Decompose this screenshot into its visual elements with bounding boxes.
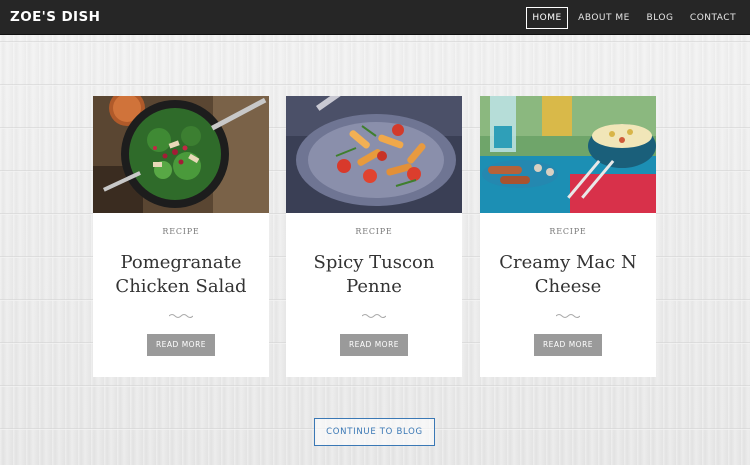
card-title[interactable]: Spicy Tuscon Penne [292,251,456,299]
continue-to-blog-button[interactable]: CONTINUE TO BLOG [314,418,435,446]
nav-blog[interactable]: BLOG [643,7,677,29]
wave-divider-icon [556,313,580,319]
nav-about-me[interactable]: ABOUT ME [577,7,631,29]
penne-photo[interactable] [286,96,462,213]
wave-divider-icon [362,313,386,319]
read-more-button[interactable]: READ MORE [534,334,602,356]
card-title[interactable]: Creamy Mac N Cheese [486,251,650,299]
card-category: RECIPE [162,227,200,236]
card-category: RECIPE [355,227,393,236]
top-navbar: ZOE'S DISH HOME ABOUT ME BLOG CONTACT [0,0,750,35]
recipe-card: RECIPE Spicy Tuscon Penne READ MORE [286,96,462,377]
recipe-card: RECIPE Creamy Mac N Cheese READ MORE [480,96,656,377]
read-more-button[interactable]: READ MORE [147,334,215,356]
salad-photo[interactable] [93,96,269,213]
wave-divider-icon [169,313,193,319]
recipe-card: RECIPE Pomegranate Chicken Salad READ MO… [93,96,269,377]
read-more-button[interactable]: READ MORE [340,334,408,356]
card-category: RECIPE [549,227,587,236]
nav-contact[interactable]: CONTACT [689,7,737,29]
card-title[interactable]: Pomegranate Chicken Salad [99,251,263,299]
nav-home[interactable]: HOME [526,7,568,29]
mac-n-cheese-photo[interactable] [480,96,656,213]
brand-logo[interactable]: ZOE'S DISH [10,9,100,25]
